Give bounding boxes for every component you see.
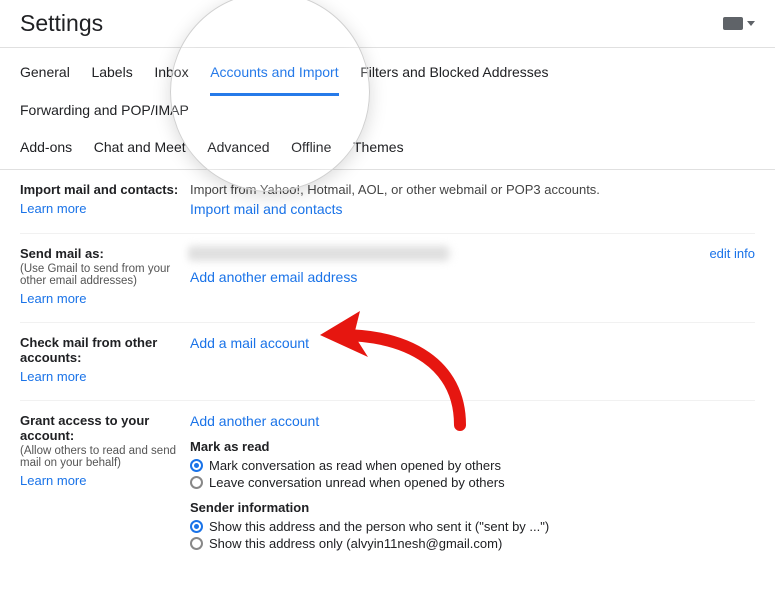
- section-grant-access: Grant access to your account: (Allow oth…: [20, 401, 755, 569]
- radio-icon: [190, 520, 203, 533]
- input-tools-switcher[interactable]: [723, 17, 755, 30]
- settings-content: Import mail and contacts: Learn more Imp…: [0, 170, 775, 569]
- learn-more-link[interactable]: Learn more: [20, 369, 86, 384]
- tab-accounts-import[interactable]: Accounts and Import: [210, 56, 338, 94]
- radio-icon: [190, 537, 203, 550]
- radio-icon: [190, 459, 203, 472]
- learn-more-link[interactable]: Learn more: [20, 473, 86, 488]
- section-title: Send mail as:: [20, 246, 180, 261]
- sender-info-heading: Sender information: [190, 500, 755, 515]
- redacted-email: [190, 246, 450, 261]
- section-title: Grant access to your account:: [20, 413, 180, 443]
- section-title: Import mail and contacts:: [20, 182, 180, 197]
- sender-option-1[interactable]: Show this address and the person who sen…: [190, 519, 755, 534]
- page-title: Settings: [20, 10, 723, 37]
- tab-chat-meet[interactable]: Chat and Meet: [94, 131, 186, 169]
- mark-as-read-heading: Mark as read: [190, 439, 755, 454]
- chevron-down-icon: [747, 21, 755, 26]
- section-subtitle: (Allow others to read and send mail on y…: [20, 445, 180, 469]
- tab-inbox[interactable]: Inbox: [154, 56, 188, 94]
- radio-label: Show this address and the person who sen…: [209, 519, 549, 534]
- edit-info-link[interactable]: edit info: [709, 246, 755, 261]
- tab-addons[interactable]: Add-ons: [20, 131, 72, 169]
- tab-advanced[interactable]: Advanced: [207, 131, 269, 169]
- import-description: Import from Yahoo!, Hotmail, AOL, or oth…: [190, 182, 755, 197]
- add-mail-account-link[interactable]: Add a mail account: [190, 335, 309, 351]
- settings-tabs: General Labels Inbox Accounts and Import…: [0, 48, 775, 170]
- settings-header: Settings: [0, 0, 775, 48]
- section-subtitle: (Use Gmail to send from your other email…: [20, 263, 180, 287]
- tab-themes[interactable]: Themes: [353, 131, 404, 169]
- sender-option-2[interactable]: Show this address only (alvyin11nesh@gma…: [190, 536, 755, 551]
- section-import-mail: Import mail and contacts: Learn more Imp…: [20, 170, 755, 234]
- add-email-link[interactable]: Add another email address: [190, 269, 357, 285]
- tab-offline[interactable]: Offline: [291, 131, 331, 169]
- mark-read-option-1[interactable]: Mark conversation as read when opened by…: [190, 458, 755, 473]
- section-send-mail-as: Send mail as: (Use Gmail to send from yo…: [20, 234, 755, 323]
- mark-read-option-2[interactable]: Leave conversation unread when opened by…: [190, 475, 755, 490]
- radio-icon: [190, 476, 203, 489]
- tab-general[interactable]: General: [20, 56, 70, 94]
- radio-label: Show this address only (alvyin11nesh@gma…: [209, 536, 502, 551]
- tab-filters[interactable]: Filters and Blocked Addresses: [360, 56, 548, 94]
- tab-forwarding[interactable]: Forwarding and POP/IMAP: [20, 94, 189, 132]
- radio-label: Mark conversation as read when opened by…: [209, 458, 501, 473]
- tab-labels[interactable]: Labels: [91, 56, 132, 94]
- learn-more-link[interactable]: Learn more: [20, 291, 86, 306]
- section-title: Check mail from other accounts:: [20, 335, 180, 365]
- import-mail-link[interactable]: Import mail and contacts: [190, 201, 343, 217]
- section-check-mail: Check mail from other accounts: Learn mo…: [20, 323, 755, 401]
- radio-label: Leave conversation unread when opened by…: [209, 475, 505, 490]
- learn-more-link[interactable]: Learn more: [20, 201, 86, 216]
- keyboard-icon: [723, 17, 743, 30]
- add-another-account-link[interactable]: Add another account: [190, 413, 319, 429]
